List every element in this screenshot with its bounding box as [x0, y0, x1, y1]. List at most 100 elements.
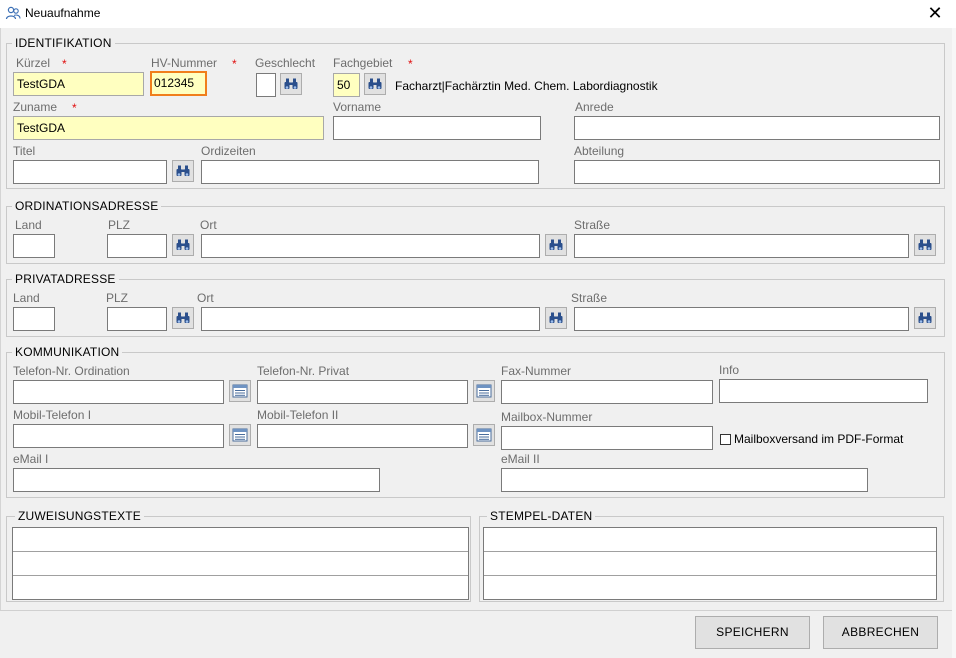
binoculars-icon — [917, 238, 933, 252]
fachgebiet-input[interactable]: 50 — [333, 73, 360, 97]
window-edge — [952, 28, 956, 658]
abteilung-input[interactable] — [574, 160, 940, 184]
priv-plz-label: PLZ — [106, 291, 129, 305]
mobil1-list-button[interactable] — [229, 424, 251, 446]
titel-input[interactable] — [13, 160, 167, 184]
tel-ordination-label: Telefon-Nr. Ordination — [13, 364, 130, 378]
hv-nummer-input[interactable]: 012345 — [150, 71, 207, 96]
binoculars-icon — [917, 311, 933, 325]
geschlecht-lookup-button[interactable] — [280, 73, 302, 95]
table-row[interactable] — [13, 552, 468, 576]
ord-plz-lookup-button[interactable] — [172, 234, 194, 256]
legend-kommunikation: KOMMUNIKATION — [12, 345, 123, 359]
stempel-grid[interactable] — [483, 527, 937, 600]
zuweisungstexte-grid[interactable] — [12, 527, 469, 600]
mailbox-pdf-label: Mailboxversand im PDF-Format — [734, 432, 904, 446]
mailbox-pdf-checkbox[interactable] — [720, 434, 731, 445]
info-label: Info — [719, 363, 740, 377]
legend-zuweisungstexte: ZUWEISUNGSTEXTE — [15, 509, 145, 523]
priv-strasse-lookup-button[interactable] — [914, 307, 936, 329]
legend-identifikation: IDENTIFIKATION — [12, 36, 115, 50]
tel-ordination-list-button[interactable] — [229, 380, 251, 402]
vorname-input[interactable] — [333, 116, 541, 140]
required-marker: * — [62, 57, 67, 71]
close-icon[interactable]: ✕ — [924, 3, 946, 23]
mobil2-list-button[interactable] — [473, 424, 495, 446]
info-input[interactable] — [719, 379, 928, 403]
legend-stempel-daten: STEMPEL-DATEN — [487, 509, 596, 523]
priv-strasse-input[interactable] — [574, 307, 909, 331]
table-row[interactable] — [484, 552, 936, 576]
list-icon — [232, 384, 248, 398]
priv-ort-lookup-button[interactable] — [545, 307, 567, 329]
table-row[interactable] — [13, 576, 468, 600]
cancel-button[interactable]: ABBRECHEN — [823, 616, 938, 649]
mobil2-input[interactable] — [257, 424, 468, 448]
abteilung-label: Abteilung — [574, 144, 625, 158]
table-row[interactable] — [484, 576, 936, 600]
ord-land-label: Land — [15, 218, 42, 232]
ordizeiten-label: Ordizeiten — [201, 144, 256, 158]
anrede-input[interactable] — [574, 116, 940, 140]
list-icon — [476, 384, 492, 398]
fax-label: Fax-Nummer — [501, 364, 572, 378]
binoculars-icon — [175, 238, 191, 252]
title-bar — [0, 0, 956, 28]
fachgebiet-lookup-button[interactable] — [364, 73, 386, 95]
priv-plz-input[interactable] — [107, 307, 167, 331]
table-row[interactable] — [13, 528, 468, 552]
binoculars-icon — [283, 77, 299, 91]
tel-privat-input[interactable] — [257, 380, 468, 404]
hv-nummer-label: HV-Nummer — [151, 56, 218, 70]
zuname-label: Zuname — [13, 100, 58, 114]
table-row[interactable] — [484, 528, 936, 552]
ord-strasse-label: Straße — [574, 218, 611, 232]
ord-strasse-input[interactable] — [574, 234, 909, 258]
binoculars-icon — [367, 77, 383, 91]
ord-ort-lookup-button[interactable] — [545, 234, 567, 256]
window-title: Neuaufnahme — [25, 6, 101, 20]
divider — [0, 610, 952, 611]
list-icon — [232, 428, 248, 442]
priv-land-label: Land — [13, 291, 40, 305]
email2-input[interactable] — [501, 468, 868, 492]
priv-ort-input[interactable] — [201, 307, 540, 331]
zuname-input[interactable]: TestGDA — [13, 116, 324, 140]
fachgebiet-description: Facharzt|Fachärztin Med. Chem. Labordiag… — [395, 79, 658, 93]
fachgebiet-label: Fachgebiet — [333, 56, 393, 70]
ord-strasse-lookup-button[interactable] — [914, 234, 936, 256]
email1-label: eMail I — [13, 452, 49, 466]
list-icon — [476, 428, 492, 442]
anrede-label: Anrede — [575, 100, 614, 114]
save-button[interactable]: SPEICHERN — [695, 616, 810, 649]
legend-privatadresse: PRIVATADRESSE — [12, 272, 119, 286]
required-marker: * — [232, 57, 237, 71]
ord-ort-input[interactable] — [201, 234, 540, 258]
titel-label: Titel — [13, 144, 36, 158]
mailbox-input[interactable] — [501, 426, 713, 450]
binoculars-icon — [175, 311, 191, 325]
tel-ordination-input[interactable] — [13, 380, 224, 404]
required-marker: * — [408, 57, 413, 71]
priv-strasse-label: Straße — [571, 291, 608, 305]
tel-privat-list-button[interactable] — [473, 380, 495, 402]
mobil1-input[interactable] — [13, 424, 224, 448]
geschlecht-input[interactable] — [256, 73, 276, 97]
titel-lookup-button[interactable] — [172, 160, 194, 182]
email1-input[interactable] — [13, 468, 380, 492]
vorname-label: Vorname — [333, 100, 382, 114]
priv-plz-lookup-button[interactable] — [172, 307, 194, 329]
mobil1-label: Mobil-Telefon I — [13, 408, 92, 422]
tel-privat-label: Telefon-Nr. Privat — [257, 364, 350, 378]
kuerzel-input[interactable]: TestGDA — [13, 72, 144, 96]
ord-ort-label: Ort — [200, 218, 217, 232]
priv-ort-label: Ort — [197, 291, 214, 305]
ord-plz-input[interactable] — [107, 234, 167, 258]
fax-input[interactable] — [501, 380, 713, 404]
priv-land-input[interactable] — [13, 307, 55, 331]
legend-ordinationsadresse: ORDINATIONSADRESSE — [12, 199, 162, 213]
ord-land-input[interactable] — [13, 234, 55, 258]
kuerzel-label: Kürzel — [16, 56, 51, 70]
binoculars-icon — [175, 164, 191, 178]
ordizeiten-input[interactable] — [201, 160, 539, 184]
